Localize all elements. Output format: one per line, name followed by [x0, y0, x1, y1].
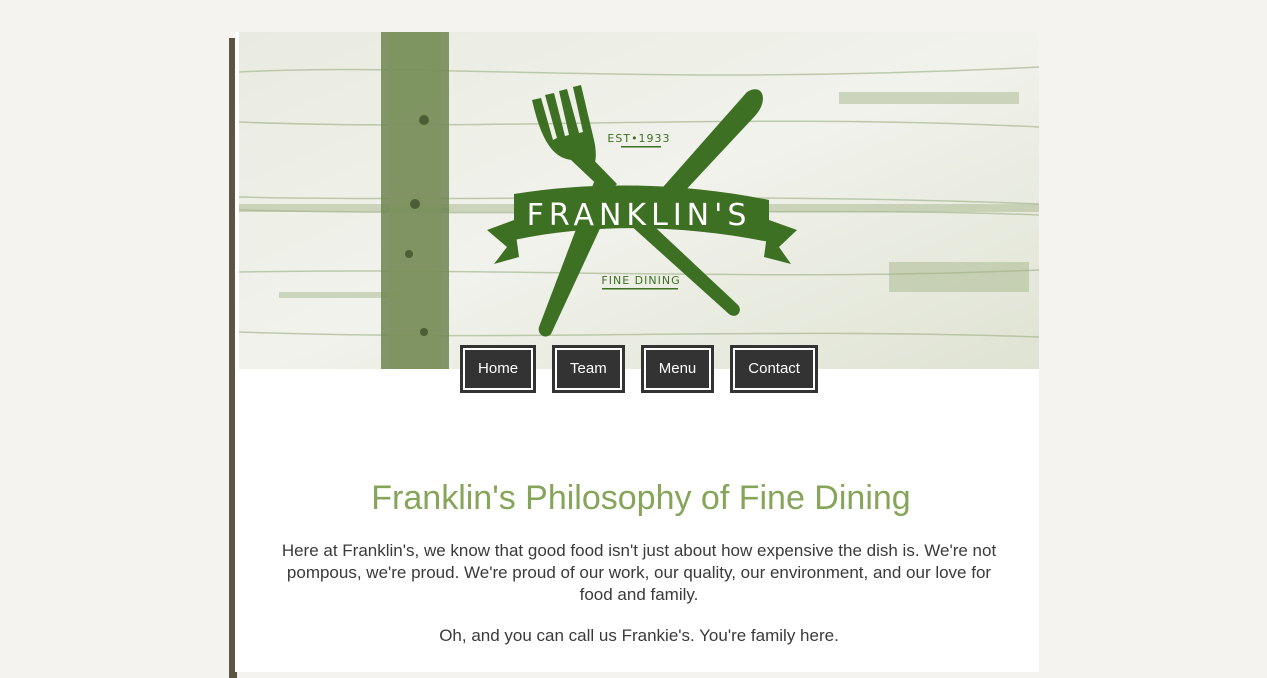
logo-wordmark: FRANKLIN'S: [527, 198, 752, 233]
main-nav: Home Team Menu Contact: [235, 345, 1039, 393]
nav-home-button[interactable]: Home: [460, 345, 537, 393]
intro-paragraph: Here at Franklin's, we know that good fo…: [281, 541, 997, 604]
hero-logo-illustration: FRANKLIN'S EST•1933 FINE DINING: [239, 32, 1039, 369]
family-paragraph: Oh, and you can call us Frankie's. You'r…: [439, 626, 839, 645]
page-title: Franklin's Philosophy of Fine Dining: [371, 479, 911, 517]
hero-banner: FRANKLIN'S EST•1933 FINE DINING: [239, 32, 1039, 369]
logo-tagline: FINE DINING: [601, 274, 680, 287]
page-container: FRANKLIN'S EST•1933 FINE DINING Home Tea…: [235, 32, 1039, 672]
nav-menu-button[interactable]: Menu: [640, 345, 715, 393]
philosophy-section: Franklin's Philosophy of Fine Dining Her…: [235, 478, 1039, 666]
nav-contact-button[interactable]: Contact: [730, 345, 818, 393]
logo-established: EST•1933: [607, 132, 670, 145]
nav-team-button[interactable]: Team: [552, 345, 625, 393]
